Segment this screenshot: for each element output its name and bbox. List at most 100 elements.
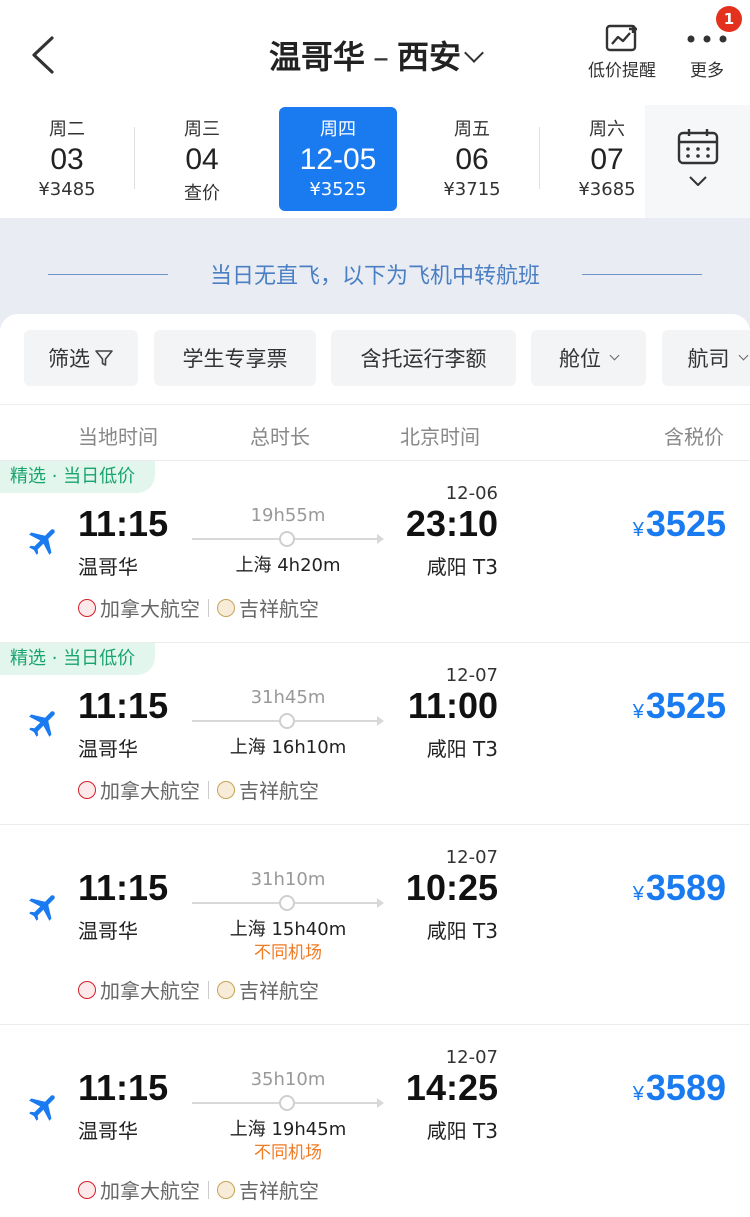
column-header: 当地时间 总时长 北京时间 含税价 — [0, 404, 750, 460]
calendar-button[interactable] — [645, 105, 750, 218]
date-tab[interactable]: 周二 03 ¥3485 — [8, 107, 126, 211]
date-day: 12-05 — [299, 143, 377, 176]
cabin-label: 舱位 — [559, 347, 601, 371]
juneyao-logo-icon — [217, 780, 235, 799]
arrival-airport: 咸阳 T3 — [426, 1119, 498, 1143]
currency-symbol: ¥ — [632, 883, 644, 905]
price-value: 3525 — [645, 685, 726, 726]
airline-name: 吉祥航空 — [239, 597, 319, 621]
arrow-icon — [377, 534, 384, 544]
divider — [582, 274, 702, 275]
airline-name: 加拿大航空 — [100, 597, 200, 621]
air-canada-logo-icon — [78, 780, 96, 799]
price-alert-label: 低价提醒 — [588, 61, 656, 81]
different-airport-warning: 不同机场 — [254, 1143, 322, 1163]
date-day: 06 — [455, 143, 489, 176]
date-selector: 周二 03 ¥3485 周三 04 查价 周四 12-05 ¥3525 周五 0… — [0, 105, 750, 218]
date-weekday: 周二 — [49, 119, 85, 140]
more-button[interactable]: 1 更多 — [682, 6, 742, 81]
airline-list: 加拿大航空 吉祥航空 — [78, 775, 319, 804]
cabin-filter[interactable]: 舱位 — [531, 330, 646, 386]
currency-symbol: ¥ — [632, 519, 644, 541]
student-fare-label: 学生专享票 — [182, 347, 288, 371]
date-tab-selected[interactable]: 周四 12-05 ¥3525 — [279, 107, 397, 211]
arrival-date: 12-07 — [445, 847, 498, 868]
date-tab[interactable]: 周五 06 ¥3715 — [413, 107, 531, 211]
destination-city: 西安 — [397, 38, 462, 76]
flight-card[interactable]: 精选 · 当日低价 11:15 温哥华 19h55m 上海 4h20m 12-0… — [0, 460, 750, 642]
price-value: 3589 — [645, 1067, 726, 1108]
flight-card[interactable]: 11:15 温哥华 35h10m 上海 19h45m 不同机场 12-07 14… — [0, 1024, 750, 1217]
plane-icon — [29, 895, 55, 921]
flight-card[interactable]: 精选 · 当日低价 11:15 温哥华 31h45m 上海 16h10m 12-… — [0, 642, 750, 824]
airline-name: 加拿大航空 — [100, 1179, 200, 1203]
arrival-airport: 咸阳 T3 — [426, 919, 498, 943]
airline-name: 加拿大航空 — [100, 979, 200, 1003]
plane-icon — [29, 1095, 55, 1121]
date-weekday: 周三 — [184, 119, 220, 140]
departure-time: 11:15 — [78, 1067, 169, 1108]
price-header[interactable]: 含税价 — [664, 421, 724, 450]
arrival-time: 14:25 — [405, 1067, 498, 1108]
transit-dot — [279, 895, 295, 911]
beijing-time-header[interactable]: 北京时间 — [400, 421, 480, 450]
price-value: 3589 — [645, 867, 726, 908]
divider — [208, 1180, 209, 1199]
baggage-filter[interactable]: 含托运行李额 — [331, 330, 516, 386]
total-duration: 35h10m — [250, 1069, 326, 1090]
divider — [134, 127, 135, 189]
plane-icon — [29, 711, 55, 737]
chevron-down-icon — [464, 43, 484, 63]
recommend-tag: 精选 · 当日低价 — [0, 643, 156, 675]
route-line — [192, 713, 384, 729]
notice-banner: 当日无直飞，以下为飞机中转航班 — [0, 218, 750, 328]
more-dots-icon — [687, 35, 727, 43]
airline-filter[interactable]: 航司 — [662, 330, 750, 386]
date-day: 04 — [185, 143, 219, 176]
arrival-time: 10:25 — [405, 867, 498, 908]
date-tab[interactable]: 周三 04 查价 — [143, 107, 261, 211]
transit-dot — [279, 531, 295, 547]
price-chart-icon — [605, 24, 637, 52]
chevron-down-icon — [738, 350, 748, 360]
flight-price: ¥3589 — [633, 867, 726, 909]
flight-price: ¥3525 — [633, 503, 726, 545]
divider — [539, 127, 540, 189]
airline-list: 加拿大航空 吉祥航空 — [78, 593, 319, 622]
flight-price: ¥3525 — [633, 685, 726, 727]
local-time-header: 当地时间 — [78, 425, 158, 449]
juneyao-logo-icon — [217, 980, 235, 999]
date-price: ¥3485 — [38, 179, 96, 200]
airline-name: 加拿大航空 — [100, 779, 200, 803]
filter-bar: 筛选 学生专享票 含托运行李额 舱位 航司 — [0, 314, 750, 404]
divider — [208, 980, 209, 999]
route-line — [192, 895, 384, 911]
arrival-date: 12-06 — [445, 483, 498, 504]
funnel-icon — [95, 350, 113, 366]
date-price: 查价 — [184, 183, 220, 204]
price-alert-button[interactable]: 低价提醒 — [582, 22, 662, 81]
recommend-tag: 精选 · 当日低价 — [0, 461, 156, 493]
route-separator: – — [373, 38, 389, 76]
notification-badge: 1 — [716, 6, 742, 32]
airline-name: 吉祥航空 — [239, 779, 319, 803]
route-line — [192, 531, 384, 547]
departure-city: 温哥华 — [78, 555, 138, 579]
date-price: ¥3525 — [309, 179, 367, 200]
duration-header: 总时长 — [250, 425, 310, 449]
filter-button[interactable]: 筛选 — [24, 330, 138, 386]
route-line — [192, 1095, 384, 1111]
student-fare-filter[interactable]: 学生专享票 — [154, 330, 316, 386]
arrow-icon — [377, 716, 384, 726]
top-bar: 温哥华 – 西安 低价提醒 1 更多 — [0, 0, 750, 105]
price-value: 3525 — [645, 503, 726, 544]
arrival-date: 12-07 — [445, 665, 498, 686]
arrival-date: 12-07 — [445, 1047, 498, 1068]
date-weekday: 周五 — [454, 119, 490, 140]
flight-card[interactable]: 11:15 温哥华 31h10m 上海 15h40m 不同机场 12-07 10… — [0, 824, 750, 1024]
transit-info: 上海 16h10m — [229, 737, 347, 758]
air-canada-logo-icon — [78, 1180, 96, 1199]
chevron-down-icon — [609, 350, 620, 360]
plane-icon — [29, 529, 55, 555]
more-label: 更多 — [690, 61, 724, 81]
